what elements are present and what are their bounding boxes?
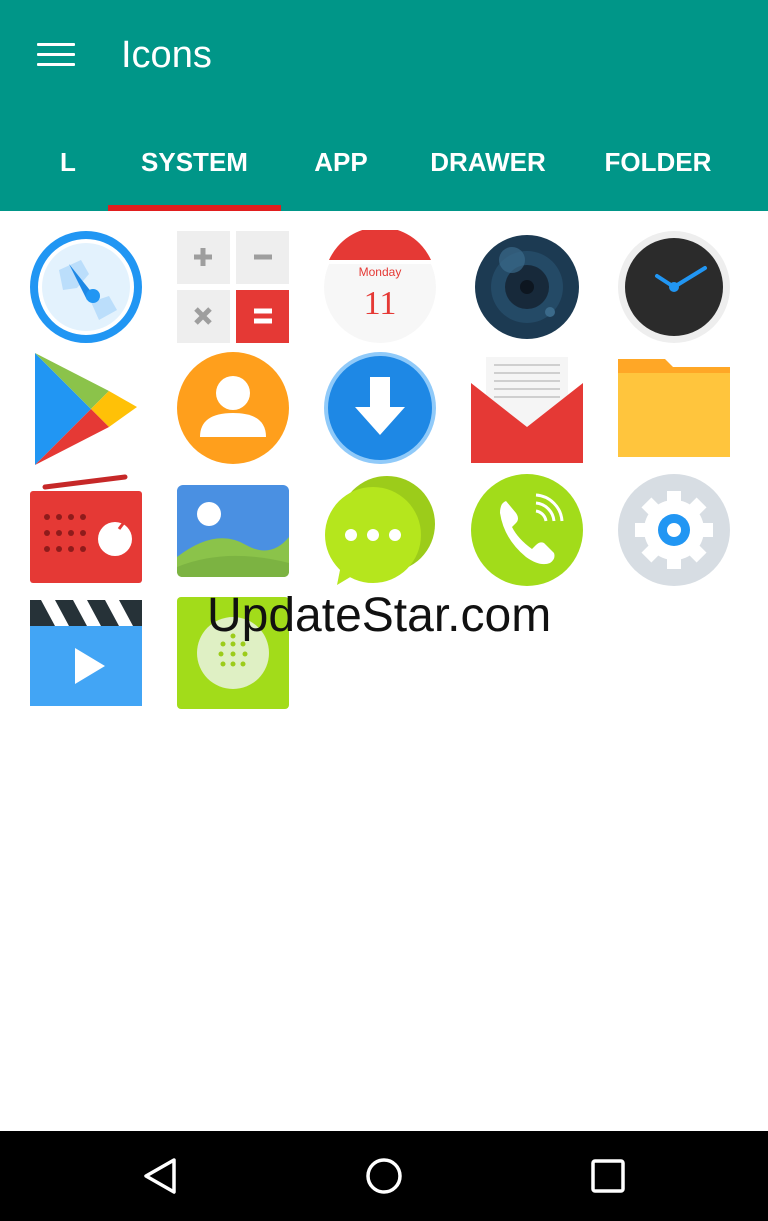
downloads-icon[interactable] — [323, 351, 437, 465]
calendar-icon[interactable]: Monday 11 — [323, 230, 437, 344]
home-circle-icon[interactable] — [354, 1146, 414, 1206]
app-bar: Icons L SYSTEM APP DRAWER FOLDER — [0, 0, 768, 211]
video-player-icon[interactable] — [29, 596, 143, 710]
sound-recorder-icon[interactable] — [176, 596, 290, 710]
play-store-icon[interactable] — [29, 351, 143, 465]
tab-folder[interactable]: FOLDER — [590, 140, 726, 184]
tab-drawer[interactable]: DRAWER — [414, 140, 562, 184]
phone-icon[interactable] — [470, 473, 584, 587]
calendar-day-number: 11 — [364, 285, 397, 322]
gallery-icon[interactable] — [176, 473, 290, 587]
radio-icon[interactable] — [29, 473, 143, 587]
messaging-icon[interactable] — [323, 473, 437, 587]
hamburger-menu-icon[interactable] — [28, 30, 84, 78]
tab-app[interactable]: APP — [296, 140, 386, 184]
tab-l[interactable]: L — [50, 140, 86, 184]
system-nav-bar — [0, 1131, 768, 1221]
contacts-icon[interactable] — [176, 351, 290, 465]
calculator-icon[interactable] — [176, 230, 290, 344]
recents-square-icon[interactable] — [578, 1146, 638, 1206]
tab-system[interactable]: SYSTEM — [108, 140, 281, 184]
settings-icon[interactable] — [617, 473, 731, 587]
email-icon[interactable] — [470, 351, 584, 465]
clock-icon[interactable] — [617, 230, 731, 344]
browser-compass-icon[interactable] — [29, 230, 143, 344]
camera-icon[interactable] — [470, 230, 584, 344]
calendar-day-name: Monday — [359, 265, 402, 279]
file-manager-icon[interactable] — [617, 351, 731, 465]
page-title: Icons — [121, 34, 212, 76]
back-triangle-icon[interactable] — [130, 1146, 190, 1206]
icon-grid: Monday 11 — [0, 211, 768, 1131]
